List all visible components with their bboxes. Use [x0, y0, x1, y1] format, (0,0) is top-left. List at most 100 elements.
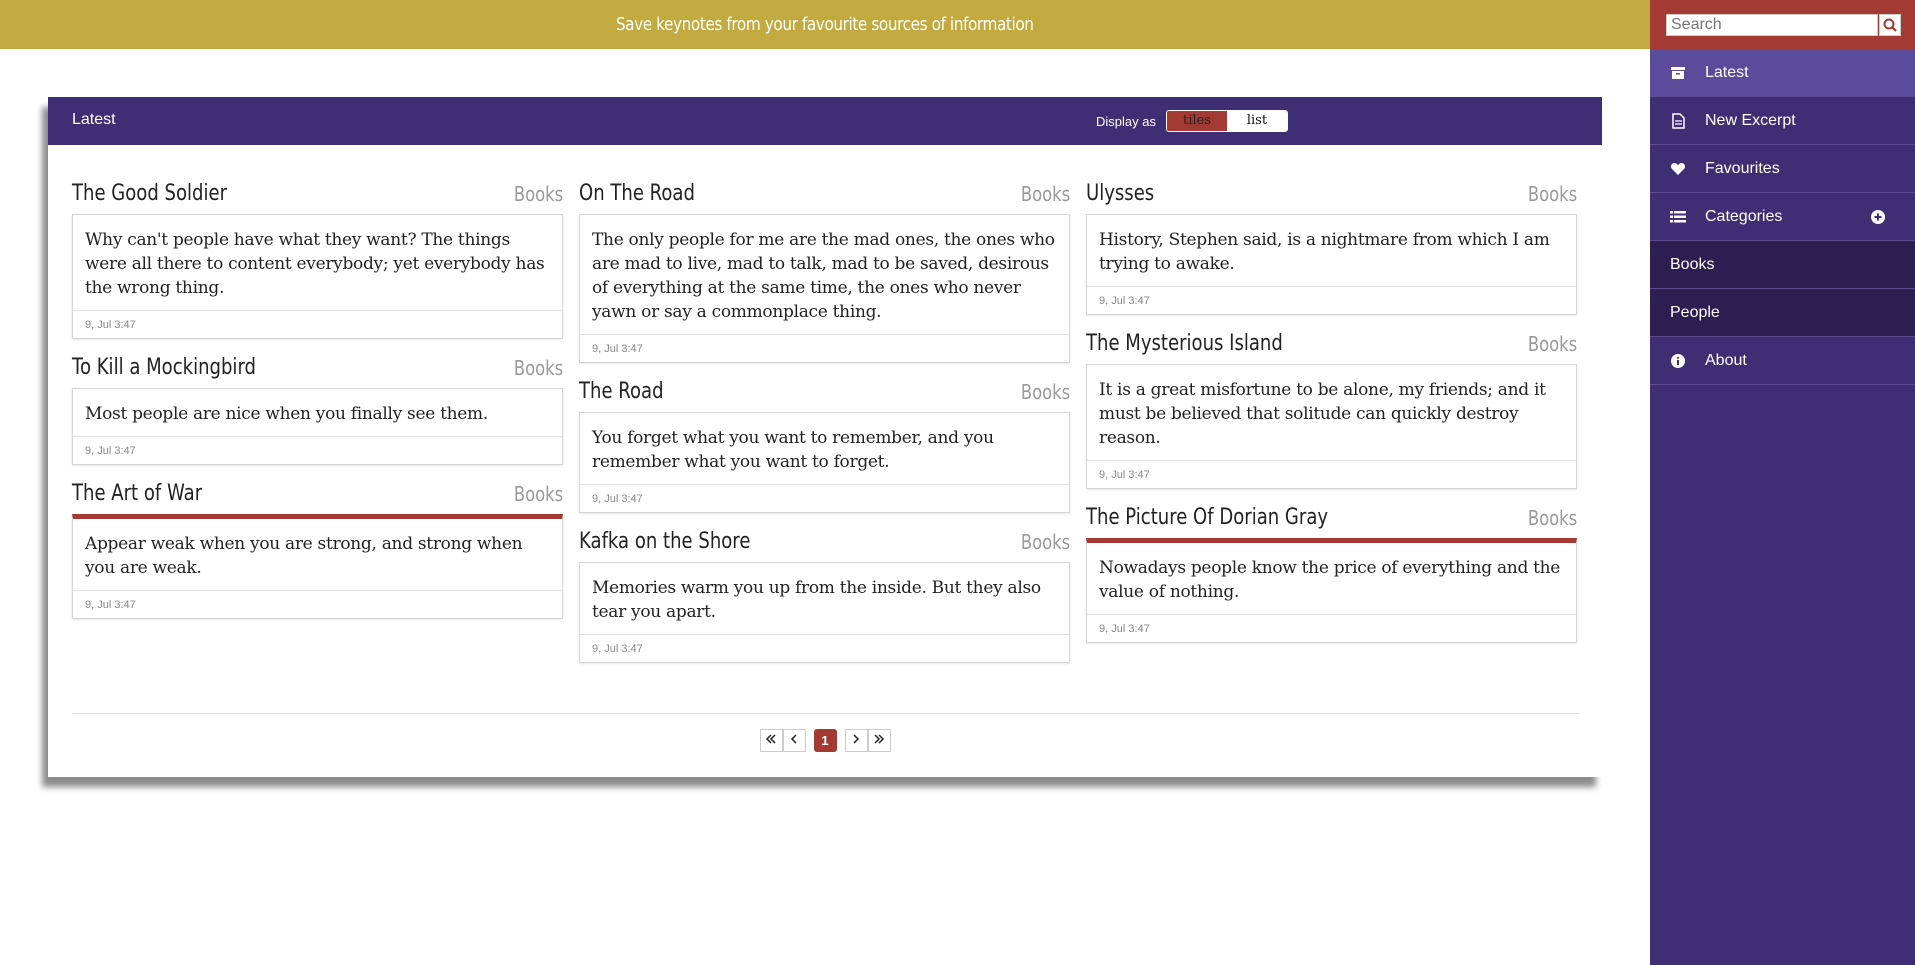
card-header: The Mysterious Island Books	[1086, 327, 1577, 356]
nav-item-about[interactable]: About	[1650, 337, 1915, 385]
card-category[interactable]: Books	[1021, 182, 1070, 206]
card-header: Ulysses Books	[1086, 177, 1577, 206]
card-category[interactable]: Books	[1528, 506, 1577, 530]
archive-icon	[1671, 67, 1685, 79]
file-icon	[1672, 113, 1685, 129]
current-page[interactable]: 1	[813, 729, 837, 752]
card-header: The Good Soldier Books	[72, 177, 563, 206]
nav-item-favourites[interactable]: Favourites	[1650, 145, 1915, 193]
nav-label: Categories	[1705, 207, 1783, 225]
excerpt-card[interactable]: On The Road Books The only people for me a…	[579, 177, 1070, 363]
column-2: On The Road Books The only people for me a…	[579, 177, 1070, 675]
nav-label: About	[1705, 351, 1747, 369]
card-title[interactable]: Ulysses	[1086, 181, 1154, 206]
card-date: 9, Jul 3:47	[1099, 623, 1150, 635]
card-header: Kafka on the Shore Books	[579, 525, 1070, 554]
next-page-icon[interactable]	[844, 729, 868, 752]
heart-icon	[1670, 163, 1686, 175]
card-header: The Art of War Books	[72, 477, 563, 506]
excerpt-card[interactable]: The Art of War Books Appear weak when you …	[72, 477, 563, 619]
last-page-icon[interactable]	[867, 729, 891, 752]
prev-page-icon[interactable]	[782, 729, 806, 752]
tiles-option[interactable]: tiles	[1166, 111, 1227, 131]
card-category[interactable]: Books	[1021, 380, 1070, 404]
card-title[interactable]: On The Road	[579, 181, 695, 206]
excerpt-card[interactable]: Ulysses Books History, Stephen said, is a …	[1086, 177, 1577, 315]
search-input[interactable]	[1666, 14, 1878, 36]
add-category-icon[interactable]	[1871, 210, 1885, 224]
card-body: Nowadays people know the price of everyt…	[1086, 538, 1577, 643]
panel-title: Latest	[72, 111, 116, 128]
card-title[interactable]: The Road	[579, 379, 664, 404]
card-quote: You forget what you want to remember, an…	[580, 413, 1069, 485]
card-title[interactable]: The Art of War	[72, 481, 202, 506]
sidebar: Latest New Excerpt Favourites Categories…	[1650, 0, 1915, 965]
list-option[interactable]: list	[1226, 111, 1287, 131]
card-body: The only people for me are the mad ones,…	[579, 214, 1070, 363]
card-quote: Why can't people have what they want? Th…	[73, 215, 562, 311]
card-category[interactable]: Books	[514, 482, 563, 506]
card-quote: The only people for me are the mad ones,…	[580, 215, 1069, 335]
display-as-control: Display as tiles list	[1096, 110, 1288, 132]
excerpt-card[interactable]: To Kill a Mockingbird Books Most people ar…	[72, 351, 563, 465]
card-header: On The Road Books	[579, 177, 1070, 206]
card-title[interactable]: To Kill a Mockingbird	[72, 355, 256, 380]
card-body: Memories warm you up from the inside. Bu…	[579, 562, 1070, 663]
category-item-books[interactable]: Books	[1650, 241, 1915, 289]
card-body: Most people are nice when you finally se…	[72, 388, 563, 465]
card-category[interactable]: Books	[514, 182, 563, 206]
card-title[interactable]: Kafka on the Shore	[579, 529, 750, 554]
card-body: It is a great misfortune to be alone, my…	[1086, 364, 1577, 489]
nav-label: Favourites	[1705, 159, 1780, 177]
nav-item-new-excerpt[interactable]: New Excerpt	[1650, 97, 1915, 145]
card-body: You forget what you want to remember, an…	[579, 412, 1070, 513]
card-date: 9, Jul 3:47	[85, 319, 136, 331]
card-header: The Picture Of Dorian Gray Books	[1086, 501, 1577, 530]
card-quote: It is a great misfortune to be alone, my…	[1087, 365, 1576, 461]
card-category[interactable]: Books	[1528, 332, 1577, 356]
category-label: Books	[1670, 255, 1715, 273]
card-category[interactable]: Books	[1021, 530, 1070, 554]
panel-header: Latest Display as tiles list	[48, 97, 1602, 145]
card-date: 9, Jul 3:47	[592, 343, 643, 355]
pagination: 1	[48, 729, 1602, 752]
card-date: 9, Jul 3:47	[592, 643, 643, 655]
excerpt-card[interactable]: The Good Soldier Books Why can't people ha…	[72, 177, 563, 339]
search-icon	[1883, 18, 1897, 32]
tagline-banner: Save keynotes from your favourite source…	[0, 0, 1650, 49]
excerpt-card[interactable]: The Road Books You forget what you want to…	[579, 375, 1070, 513]
column-3: Ulysses Books History, Stephen said, is a …	[1086, 177, 1577, 655]
search-button[interactable]	[1879, 14, 1901, 36]
excerpt-card[interactable]: The Picture Of Dorian Gray Books Nowadays …	[1086, 501, 1577, 643]
card-title[interactable]: The Mysterious Island	[1086, 331, 1283, 356]
card-date: 9, Jul 3:47	[85, 445, 136, 457]
card-category[interactable]: Books	[1528, 182, 1577, 206]
list-icon	[1670, 211, 1686, 223]
excerpt-card[interactable]: The Mysterious Island Books It is a great …	[1086, 327, 1577, 489]
card-quote: Most people are nice when you finally se…	[73, 389, 562, 437]
card-header: To Kill a Mockingbird Books	[72, 351, 563, 380]
nav-label: Latest	[1705, 63, 1749, 81]
nav-label: New Excerpt	[1705, 111, 1796, 129]
divider	[72, 713, 1578, 714]
category-label: People	[1670, 303, 1720, 321]
nav-item-categories[interactable]: Categories	[1650, 193, 1915, 241]
card-title[interactable]: The Picture Of Dorian Gray	[1086, 505, 1328, 530]
card-category[interactable]: Books	[514, 356, 563, 380]
search-bar	[1650, 0, 1915, 49]
card-title[interactable]: The Good Soldier	[72, 181, 227, 206]
first-page-icon[interactable]	[759, 729, 783, 752]
card-date: 9, Jul 3:47	[592, 493, 643, 505]
card-body: History, Stephen said, is a nightmare fr…	[1086, 214, 1577, 315]
card-quote: History, Stephen said, is a nightmare fr…	[1087, 215, 1576, 287]
card-header: The Road Books	[579, 375, 1070, 404]
column-1: The Good Soldier Books Why can't people ha…	[72, 177, 563, 631]
category-item-people[interactable]: People	[1650, 289, 1915, 337]
nav-item-latest[interactable]: Latest	[1650, 49, 1915, 97]
excerpt-card[interactable]: Kafka on the Shore Books Memories warm you…	[579, 525, 1070, 663]
card-body: Why can't people have what they want? Th…	[72, 214, 563, 339]
card-quote: Nowadays people know the price of everyt…	[1087, 543, 1576, 615]
card-date: 9, Jul 3:47	[1099, 469, 1150, 481]
card-date: 9, Jul 3:47	[1099, 295, 1150, 307]
card-body: Appear weak when you are strong, and str…	[72, 514, 563, 619]
